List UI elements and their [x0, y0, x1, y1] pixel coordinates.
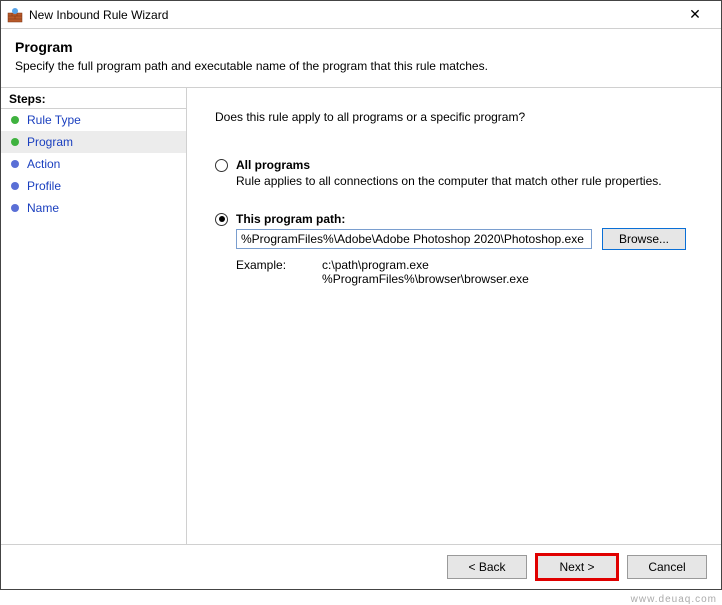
browse-button[interactable]: Browse...	[602, 228, 686, 250]
step-rule-type[interactable]: Rule Type	[1, 109, 186, 131]
step-action[interactable]: Action	[1, 153, 186, 175]
step-program[interactable]: Program	[1, 131, 186, 153]
wizard-header: Program Specify the full program path an…	[1, 29, 721, 87]
step-label: Program	[27, 135, 73, 149]
program-path-row: Browse...	[236, 228, 693, 250]
example-values: c:\path\program.exe %ProgramFiles%\brows…	[322, 258, 529, 286]
content-pane: Does this rule apply to all programs or …	[187, 88, 721, 544]
page-subtitle: Specify the full program path and execut…	[15, 59, 707, 73]
steps-heading: Steps:	[1, 88, 186, 109]
step-profile[interactable]: Profile	[1, 175, 186, 197]
window-title: New Inbound Rule Wizard	[29, 8, 675, 22]
cancel-button[interactable]: Cancel	[627, 555, 707, 579]
option-this-program-path[interactable]: This program path:	[215, 212, 693, 226]
step-label: Profile	[27, 179, 61, 193]
option-all-label: All programs	[236, 158, 310, 172]
page-title: Program	[15, 39, 707, 55]
step-label: Rule Type	[27, 113, 81, 127]
wizard-body: Steps: Rule Type Program Action Profile …	[1, 87, 721, 544]
wizard-footer: < Back Next > Cancel	[1, 544, 721, 589]
option-all-desc: Rule applies to all connections on the c…	[236, 174, 693, 188]
example-row: Example: c:\path\program.exe %ProgramFil…	[236, 258, 693, 286]
option-path-label: This program path:	[236, 212, 345, 226]
example-label: Example:	[236, 258, 286, 286]
step-bullet-icon	[11, 204, 19, 212]
step-bullet-icon	[11, 182, 19, 190]
step-label: Name	[27, 201, 59, 215]
step-label: Action	[27, 157, 60, 171]
step-name[interactable]: Name	[1, 197, 186, 219]
back-button[interactable]: < Back	[447, 555, 527, 579]
watermark-text: www.deuaq.com	[631, 594, 717, 605]
option-all-programs[interactable]: All programs	[215, 158, 693, 172]
question-text: Does this rule apply to all programs or …	[215, 110, 693, 124]
titlebar: New Inbound Rule Wizard ✕	[1, 1, 721, 29]
next-button[interactable]: Next >	[537, 555, 617, 579]
firewall-icon	[7, 7, 23, 23]
steps-sidebar: Steps: Rule Type Program Action Profile …	[1, 88, 187, 544]
wizard-window: New Inbound Rule Wizard ✕ Program Specif…	[0, 0, 722, 590]
radio-icon[interactable]	[215, 213, 228, 226]
step-bullet-icon	[11, 138, 19, 146]
radio-icon[interactable]	[215, 159, 228, 172]
step-bullet-icon	[11, 160, 19, 168]
step-bullet-icon	[11, 116, 19, 124]
program-path-input[interactable]	[236, 229, 592, 249]
close-icon[interactable]: ✕	[675, 6, 715, 23]
